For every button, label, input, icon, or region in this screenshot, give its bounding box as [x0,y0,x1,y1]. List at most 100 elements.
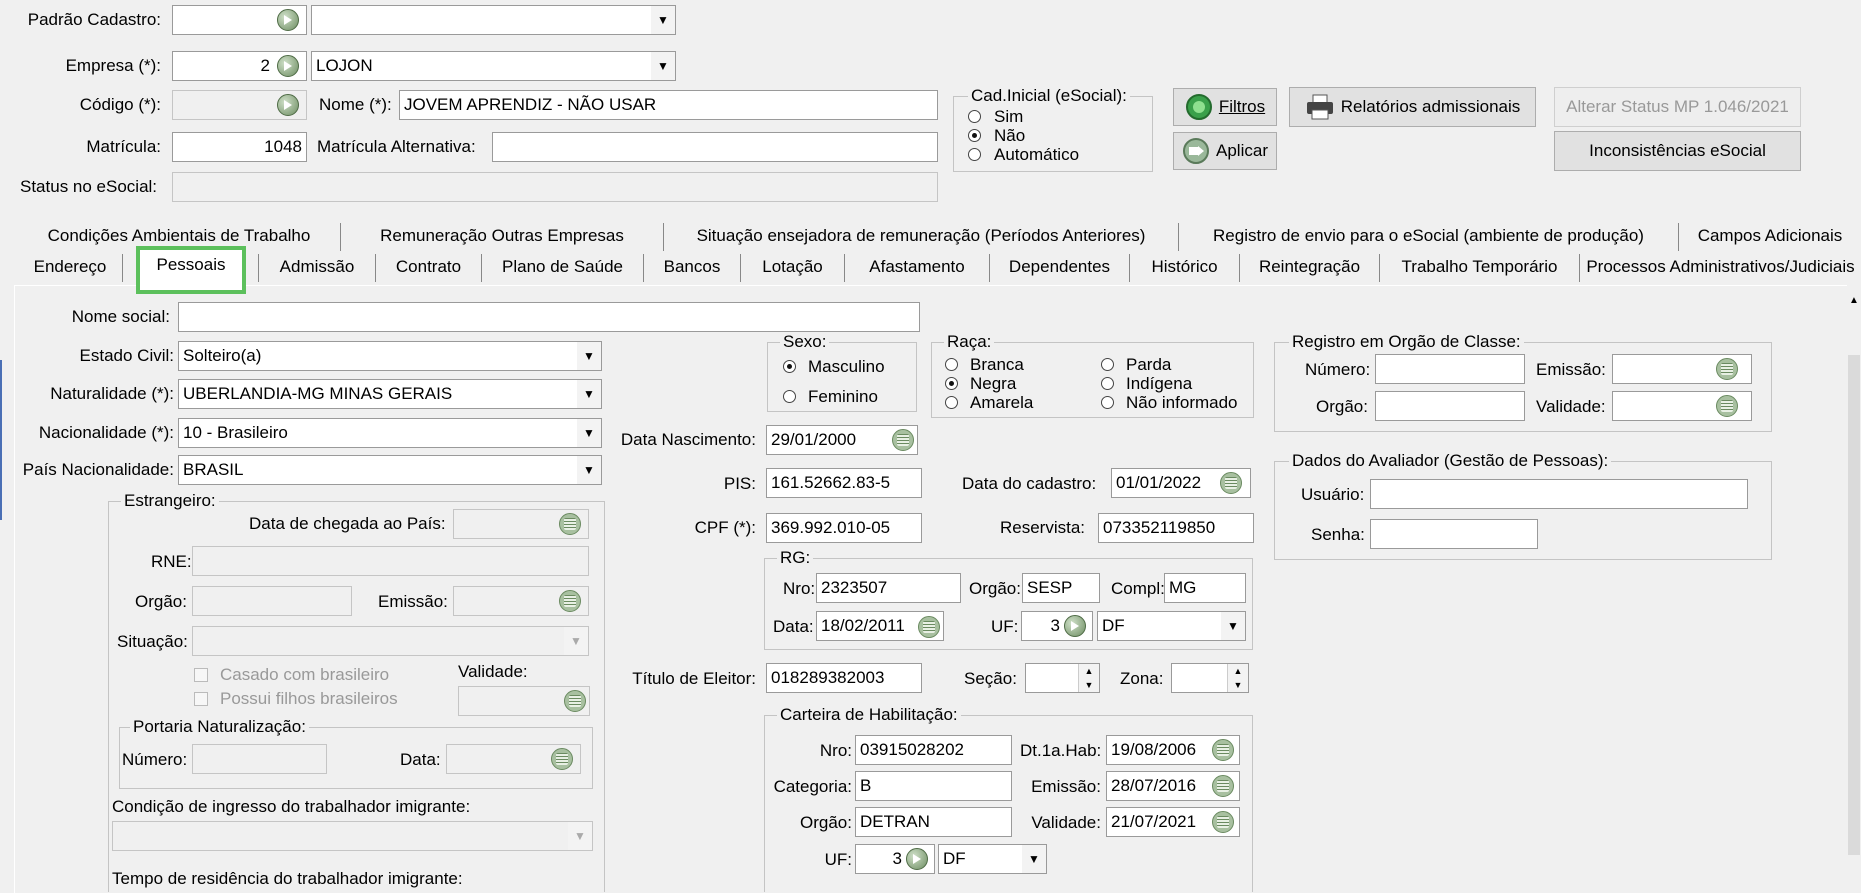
naturalidade-select[interactable]: UBERLANDIA-MG MINAS GERAIS ▼ [178,379,602,409]
calendar-icon[interactable] [1212,775,1234,797]
scroll-thumb[interactable] [1848,355,1860,855]
pais-nacionalidade-select[interactable]: BRASIL ▼ [178,455,602,485]
filhos-brasileiros-checkbox[interactable] [194,692,208,706]
tab-situacao-ensejadora[interactable]: Situação ensejadora de remuneração (Perí… [664,223,1179,251]
nome-social-input[interactable] [178,302,920,332]
nome-input[interactable]: JOVEM APRENDIZ - NÃO USAR [399,90,938,120]
zona-input[interactable]: ▲ ▼ [1171,663,1249,693]
relatorios-admissionais-button[interactable]: Relatórios admissionais [1289,87,1536,127]
tab-lotacao[interactable]: Lotação [741,254,845,282]
tab-afastamento[interactable]: Afastamento [845,254,990,282]
matricula-label: Matrícula: [86,137,161,156]
rg-title: RG: [777,548,814,568]
filtros-button[interactable]: Filtros [1173,88,1277,126]
vertical-scrollbar[interactable]: ▲ [1847,285,1861,892]
tab-bancos[interactable]: Bancos [644,254,741,282]
tab-campos-adicionais[interactable]: Campos Adicionais [1679,223,1861,251]
sexo-feminino-radio[interactable] [783,390,796,403]
spinner-icon[interactable]: ▲ ▼ [1078,664,1099,692]
reservista-input[interactable]: 073352119850 [1098,513,1254,543]
avaliador-title: Dados do Avaliador (Gestão de Pessoas): [1289,451,1612,471]
avaliador-senha-input[interactable] [1370,519,1538,549]
estrangeiro-validade-label: Validade: [458,662,528,681]
orgao-classe-numero-input[interactable] [1375,354,1525,384]
tab-reintegracao[interactable]: Reintegração [1240,254,1380,282]
titulo-eleitor-input[interactable]: 018289382003 [766,663,922,693]
orgao-classe-orgao-input[interactable] [1375,391,1525,421]
rg-orgao-label: Orgão: [969,579,1021,598]
calendar-icon[interactable] [1220,472,1242,494]
rg-nro-input[interactable]: 2323507 [816,573,961,603]
tab-contrato[interactable]: Contrato [376,254,482,282]
calendar-icon[interactable] [1716,395,1738,417]
cnh-uf-select[interactable]: DF ▼ [938,844,1047,874]
cnh-title: Carteira de Habilitação: [777,705,961,725]
raca-indigena-radio[interactable] [1101,377,1114,390]
casado-brasileiro-checkbox[interactable] [194,668,208,682]
avaliador-usuario-input[interactable] [1370,479,1748,509]
raca-nao-informado-radio[interactable] [1101,396,1114,409]
estrangeiro-orgao-input[interactable] [192,586,352,616]
calendar-icon[interactable] [892,429,914,451]
lookup-icon[interactable] [1064,615,1086,637]
matricula-alternativa-input[interactable] [492,132,938,162]
rg-uf-select[interactable]: DF ▼ [1097,611,1246,641]
tab-dependentes[interactable]: Dependentes [990,254,1130,282]
empresa-select[interactable]: LOJON ▼ [311,51,676,81]
cad-inicial-automatico-radio[interactable] [968,148,981,161]
cpf-input[interactable]: 369.992.010-05 [766,513,922,543]
rne-input[interactable] [192,546,589,576]
rg-compl-input[interactable]: MG [1164,573,1246,603]
tab-pessoais-active[interactable]: Pessoais [136,246,246,294]
inconsistencias-esocial-button[interactable]: Inconsistências eSocial [1554,131,1801,171]
raca-parda-radio[interactable] [1101,358,1114,371]
calendar-icon[interactable] [918,616,940,638]
calendar-icon[interactable] [559,513,581,535]
cad-inicial-nao-radio[interactable] [968,129,981,142]
filhos-brasileiros-label: Possui filhos brasileiros [220,689,398,708]
aplicar-button[interactable]: Aplicar [1173,132,1277,170]
lookup-icon[interactable] [906,848,928,870]
sexo-masculino-radio[interactable] [783,360,796,373]
rg-orgao-input[interactable]: SESP [1022,573,1100,603]
tab-trabalho-temporario[interactable]: Trabalho Temporário [1380,254,1580,282]
cnh-nro-input[interactable]: 03915028202 [855,735,1012,765]
tab-admissao[interactable]: Admissão [259,254,376,282]
lookup-icon[interactable] [277,94,299,116]
pis-input[interactable]: 161.52662.83-5 [766,468,922,498]
scroll-up-icon[interactable]: ▲ [1849,295,1859,306]
calendar-icon[interactable] [551,748,573,770]
tab-endereco[interactable]: Endereço [18,254,123,282]
portaria-numero-input[interactable] [192,744,327,774]
padrao-cadastro-select[interactable]: ▼ [311,5,676,35]
raca-branca-radio[interactable] [945,358,958,371]
lookup-icon[interactable] [277,55,299,77]
raca-amarela-radio[interactable] [945,396,958,409]
alterar-status-button[interactable]: Alterar Status MP 1.046/2021 [1554,87,1801,127]
calendar-icon[interactable] [559,590,581,612]
condicao-ingresso-select[interactable]: ▼ [112,821,593,851]
spinner-icon[interactable]: ▲ ▼ [1227,664,1248,692]
tab-plano-saude[interactable]: Plano de Saúde [482,254,644,282]
reservista-label: Reservista: [1000,518,1086,537]
cnh-orgao-input[interactable]: DETRAN [855,807,1012,837]
raca-negra-radio[interactable] [945,377,958,390]
rg-nro-label: Nro: [783,579,816,598]
estado-civil-select[interactable]: Solteiro(a) ▼ [178,341,602,371]
calendar-icon[interactable] [564,690,586,712]
calendar-icon[interactable] [1212,811,1234,833]
situacao-select[interactable]: ▼ [192,626,589,656]
tab-historico[interactable]: Histórico [1130,254,1240,282]
tab-registro-envio-esocial[interactable]: Registro de envio para o eSocial (ambien… [1179,223,1679,251]
calendar-icon[interactable] [1212,739,1234,761]
raca-negra-label: Negra [970,374,1017,393]
lookup-icon[interactable] [277,9,299,31]
nacionalidade-select[interactable]: 10 - Brasileiro ▼ [178,418,602,448]
tab-processos[interactable]: Processos Administrativos/Judiciais [1580,254,1861,282]
cnh-categoria-input[interactable]: B [855,771,1012,801]
cad-inicial-sim-radio[interactable] [968,110,981,123]
matricula-input[interactable]: 1048 [172,132,307,162]
calendar-icon[interactable] [1716,358,1738,380]
secao-input[interactable]: ▲ ▼ [1025,663,1100,693]
tab-remuneracao-outras-empresas[interactable]: Remuneração Outras Empresas [341,223,664,251]
